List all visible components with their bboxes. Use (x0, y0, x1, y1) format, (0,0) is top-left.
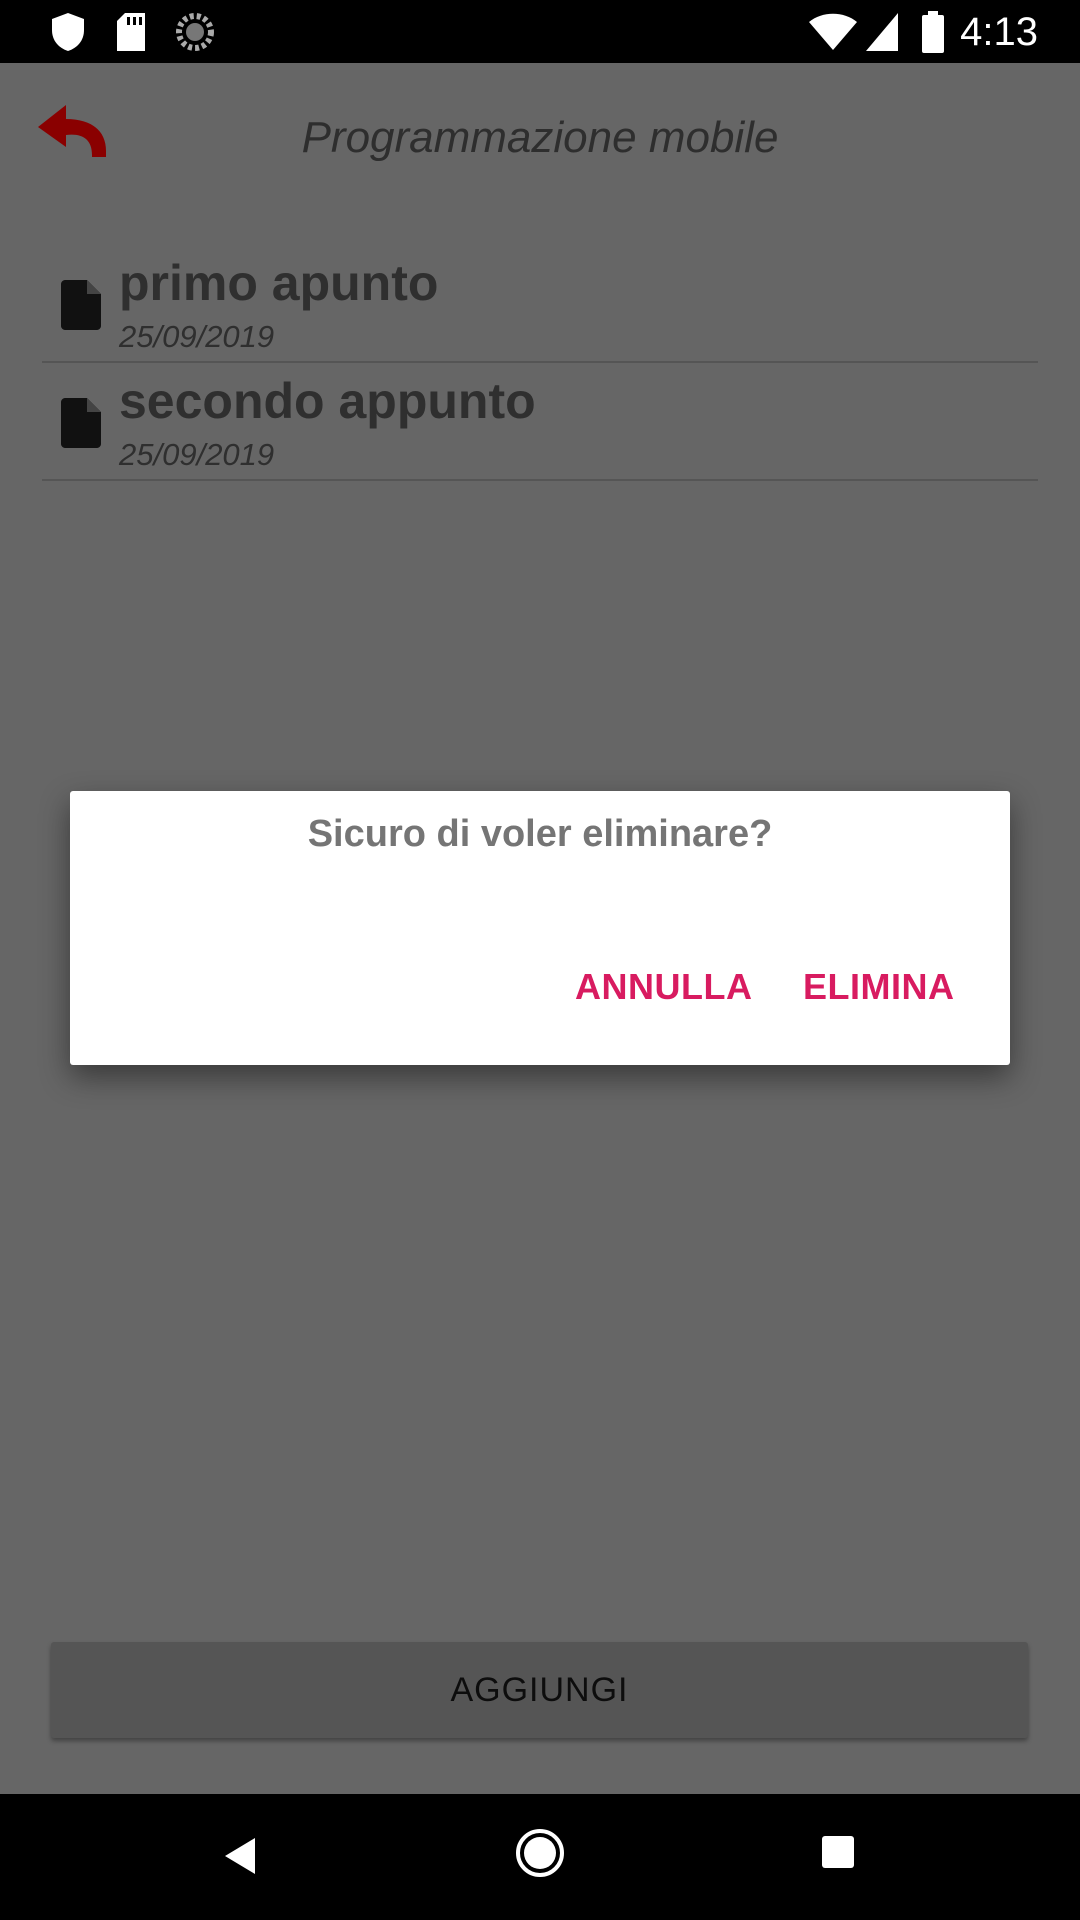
note-list-item[interactable]: primo apunto 25/09/2019 (42, 245, 1038, 363)
sd-card-icon (117, 13, 145, 51)
note-title: secondo appunto (119, 373, 536, 429)
status-time: 4:13 (960, 10, 1038, 54)
note-date: 25/09/2019 (119, 319, 275, 354)
note-title: primo apunto (119, 255, 439, 311)
file-icon (61, 280, 101, 330)
add-button[interactable]: AGGIUNGI (51, 1642, 1028, 1738)
recents-square-icon[interactable] (820, 1834, 856, 1870)
delete-button[interactable]: ELIMINA (803, 963, 955, 1011)
notes-list: primo apunto 25/09/2019 secondo appunto … (42, 245, 1038, 481)
dialog-message: Sicuro di voler eliminare? (307, 813, 773, 855)
wifi-icon (809, 13, 857, 50)
navigation-bar (0, 1794, 1080, 1920)
note-date: 25/09/2019 (119, 437, 275, 472)
status-bar: 4:13 (0, 0, 1080, 63)
home-circle-icon[interactable] (514, 1827, 566, 1879)
back-triangle-icon[interactable] (222, 1836, 258, 1876)
delete-confirm-dialog: Sicuro di voler eliminare? ANNULLA ELIMI… (70, 791, 1010, 1065)
page-title: Programmazione mobile (301, 113, 779, 162)
shield-icon (52, 13, 84, 51)
sync-icon (176, 13, 214, 51)
cell-signal-icon (866, 13, 898, 51)
note-list-item[interactable]: secondo appunto 25/09/2019 (42, 363, 1038, 481)
app-screen: 4:13 Programmazione mobile primo apunto … (0, 0, 1080, 1920)
cancel-button[interactable]: ANNULLA (575, 963, 752, 1011)
battery-icon (922, 11, 944, 53)
file-icon (61, 398, 101, 448)
